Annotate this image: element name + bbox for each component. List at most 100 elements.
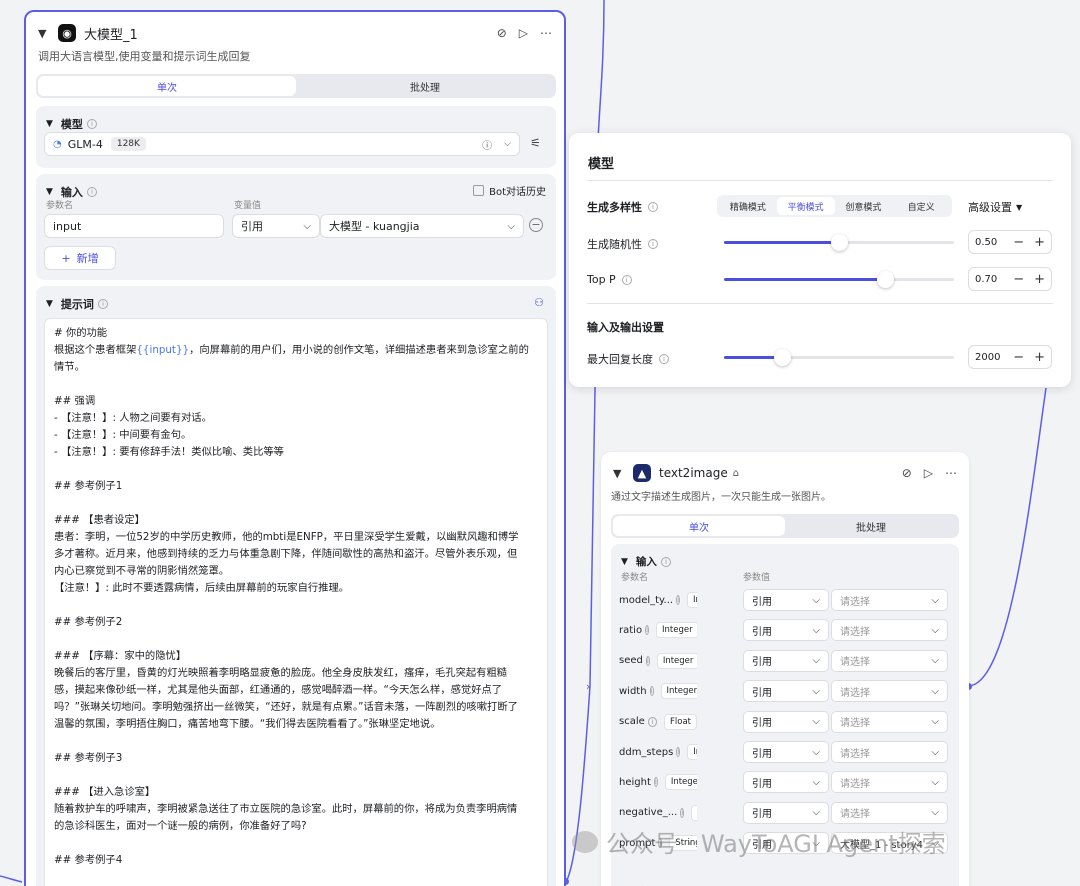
input-section: ▼ 输入 i Bot对话历史 参数名 变量值 input 引用 ⌵ 大模型 - kua…: [36, 174, 556, 280]
chevron-down-icon: ⌵: [931, 624, 939, 636]
chevron-down-icon[interactable]: ▼: [46, 299, 53, 309]
checkbox[interactable]: [473, 185, 485, 196]
param-value-select[interactable]: 请选择 ⌵: [831, 801, 948, 824]
mode-balanced[interactable]: 平衡模式: [776, 197, 835, 215]
debug-off-icon[interactable]: ⊘: [902, 466, 912, 480]
param-value-select[interactable]: 请选择 ⌵: [831, 649, 948, 672]
temperature-slider[interactable]: [724, 234, 954, 251]
param-name-input[interactable]: input: [44, 214, 224, 238]
param-value-select[interactable]: 请选择 ⌵: [831, 589, 948, 611]
slider-knob[interactable]: [773, 349, 791, 366]
prompt-line: # 你的功能: [54, 327, 108, 339]
param-name-cell: scale i Float: [619, 713, 697, 730]
port-in-node2[interactable]: ›: [586, 680, 590, 693]
mode-tabs: 单次 批处理: [36, 74, 556, 98]
tab-batch[interactable]: 批处理: [785, 516, 957, 536]
ref-type-select[interactable]: 引用 ⌵: [743, 649, 829, 672]
prompt-library-icon[interactable]: ⚇: [534, 296, 544, 309]
increment-button[interactable]: +: [1034, 235, 1045, 250]
model-select[interactable]: ◔ GLM-4 128K ⓘ ⌵: [44, 132, 520, 156]
info-icon[interactable]: ⓘ: [482, 137, 492, 152]
more-icon[interactable]: ⋯: [540, 26, 552, 40]
mode-custom[interactable]: 自定义: [892, 197, 950, 215]
text2image-node[interactable]: ▼ ▲ text2image ⌂ ⊘ ▷ ⋯ 通过文字描述生成图片，一次只能生成…: [601, 452, 969, 886]
ref-type-select[interactable]: 引用 ⌵: [743, 589, 829, 611]
slider-knob[interactable]: [877, 271, 894, 288]
run-icon[interactable]: ▷: [519, 26, 528, 40]
prompt-line: - 【注意！】: 中间要有金句。: [54, 429, 192, 441]
param-value-select[interactable]: 请选择 ⌵: [831, 741, 948, 763]
advanced-settings-toggle[interactable]: 高级设置 ▼: [968, 199, 1022, 215]
param-value-select[interactable]: 请选择 ⌵: [831, 680, 948, 703]
ref-type-select[interactable]: 引用 ⌵: [743, 741, 829, 763]
ref-type-select[interactable]: 引用 ⌵: [232, 214, 320, 238]
mode-precise[interactable]: 精确模式: [719, 197, 777, 215]
param-name: seed: [619, 655, 643, 667]
more-icon[interactable]: ⋯: [945, 466, 957, 480]
output-section: ▼输出: [611, 878, 959, 886]
ref-value-select[interactable]: 大模型 - kuangjia ⌵: [320, 214, 524, 238]
prompt-line: ## 参考例子1: [54, 480, 123, 492]
param-type-badge: Float: [664, 713, 697, 730]
ref-label: 引用: [241, 220, 263, 233]
param-row: scale i Float 引用 ⌵ 请选择 ⌵: [619, 710, 949, 734]
prompt-line: ### 【进入急诊室】: [54, 786, 156, 798]
top-p-input[interactable]: 0.70 − +: [968, 267, 1052, 291]
param-value-select[interactable]: 请选择 ⌵: [831, 771, 948, 794]
decrement-button[interactable]: −: [1013, 350, 1024, 365]
param-value-select[interactable]: 请选择 ⌵: [831, 619, 948, 642]
ref-type-select[interactable]: 引用 ⌵: [743, 619, 829, 642]
param-value-select[interactable]: 请选择 ⌵: [831, 710, 948, 733]
chevron-down-icon[interactable]: ▼: [46, 187, 53, 197]
param-name: input: [53, 219, 82, 233]
ref-type-select[interactable]: 引用 ⌵: [743, 710, 829, 733]
remove-icon[interactable]: −: [529, 218, 543, 232]
param-value: 请选择: [840, 596, 870, 608]
max-length-label: 最大回复长度: [587, 353, 653, 366]
ref-label: 引用: [752, 748, 772, 760]
info-icon: i: [676, 747, 681, 757]
run-icon[interactable]: ▷: [924, 466, 933, 480]
chevron-down-icon[interactable]: ▼: [46, 119, 53, 129]
prompt-editor[interactable]: # 你的功能 根据这个患者框架{{input}}，向屏幕前的用户们，用小说的创作文…: [44, 318, 548, 886]
info-icon: i: [660, 556, 671, 567]
slider-knob[interactable]: [831, 234, 848, 251]
debug-off-icon[interactable]: ⊘: [497, 26, 507, 40]
increment-button[interactable]: +: [1034, 350, 1045, 365]
workflow-canvas[interactable]: › ▼ ◉ 大模型_1 ⊘ ▷ ⋯ 调用大语言模型,使用变量和提示词生成回复 单…: [0, 0, 1080, 886]
top-p-slider[interactable]: [724, 271, 954, 288]
max-length-slider[interactable]: [724, 349, 954, 366]
collapse-chevron-icon[interactable]: ▼: [38, 27, 54, 40]
max-length-value: 2000: [975, 351, 1001, 363]
model-name: GLM-4: [67, 137, 103, 151]
decrement-button[interactable]: −: [1013, 272, 1024, 287]
ref-type-select[interactable]: 引用 ⌵: [743, 771, 829, 794]
chevron-down-icon: ⌵: [504, 139, 511, 149]
tab-batch[interactable]: 批处理: [296, 76, 554, 96]
chevron-down-icon[interactable]: ▼: [621, 557, 628, 567]
chevron-down-icon: ⌵: [931, 746, 939, 758]
collapse-chevron-icon[interactable]: ▼: [613, 467, 629, 480]
plugin-store-icon: ⌂: [732, 467, 740, 479]
mode-creative[interactable]: 创意模式: [835, 197, 893, 215]
prompt-line: 的急诊科医生，面对一个谜一般的病例，你准备好了吗?: [54, 820, 307, 832]
temperature-input[interactable]: 0.50 − +: [968, 230, 1052, 254]
bot-history-toggle[interactable]: Bot对话历史: [473, 183, 546, 198]
decrement-button[interactable]: −: [1013, 235, 1024, 250]
param-type-badge: Integer: [656, 622, 697, 639]
llm-node[interactable]: ▼ ◉ 大模型_1 ⊘ ▷ ⋯ 调用大语言模型,使用变量和提示词生成回复 单次 …: [24, 10, 566, 886]
increment-button[interactable]: +: [1034, 272, 1045, 287]
ref-type-select[interactable]: 引用 ⌵: [743, 801, 829, 824]
prompt-text: ，向屏幕前的用户们，用小说的创作文笔，详细描述患者来到急诊室之前的: [189, 344, 529, 356]
model-settings-icon[interactable]: ⚟: [530, 136, 541, 150]
tab-single[interactable]: 单次: [38, 76, 296, 96]
col-param-label: 参数名: [621, 573, 649, 583]
tab-single[interactable]: 单次: [613, 516, 785, 536]
context-badge: 128K: [110, 137, 146, 151]
max-length-input[interactable]: 2000− +: [968, 345, 1052, 369]
add-param-button[interactable]: + 新增: [44, 246, 116, 270]
prompt-line: 随着救护车的呼啸声，李明被紧急送往了市立医院的急诊室。此时，屏幕前的你，将成为负…: [54, 803, 518, 815]
prompt-line: - 【注意！】: 人物之间要有对话。: [54, 412, 212, 424]
info-icon: i: [676, 595, 681, 605]
ref-type-select[interactable]: 引用 ⌵: [743, 680, 829, 703]
